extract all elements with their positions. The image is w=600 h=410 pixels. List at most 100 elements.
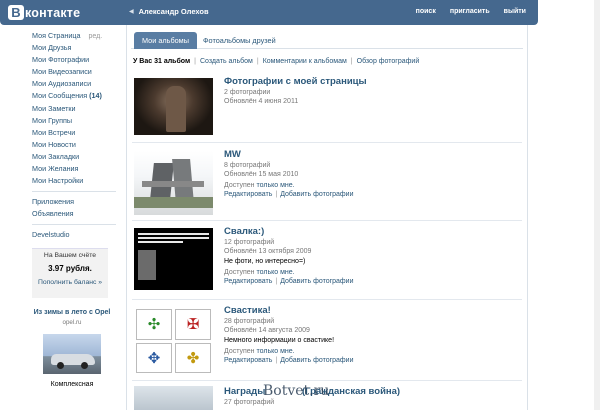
- access-value[interactable]: только мне.: [257, 182, 295, 189]
- vkontakte-logo[interactable]: В контакте: [8, 4, 80, 21]
- album-actions: Редактировать | Добавить фотографии: [224, 278, 354, 285]
- album-info: Свастика! 28 фотографий Обновлён 14 авгу…: [224, 305, 354, 364]
- ad-title[interactable]: Из зимы в лето с Opel: [32, 308, 112, 317]
- album-access: Доступен только мне.: [224, 269, 354, 276]
- album-title[interactable]: Свалка:): [224, 226, 354, 237]
- album-photo-count: 28 фотографий: [224, 318, 275, 325]
- album-thumbnail[interactable]: [134, 151, 213, 215]
- scrollbar[interactable]: [594, 0, 600, 410]
- sidebar-item-wishes[interactable]: Мои Желания: [32, 163, 116, 175]
- sidebar-item-settings[interactable]: Мои Настройки: [32, 175, 116, 187]
- album-title[interactable]: MW: [224, 149, 354, 160]
- nav-logout-link[interactable]: выйти: [504, 8, 526, 15]
- album-count: У Вас 31 альбом: [133, 57, 191, 65]
- sidebar-item-ads[interactable]: Объявления: [32, 208, 116, 220]
- album-updated: Обновлён 4 июня 2011: [224, 98, 299, 105]
- header-user[interactable]: ◀ Александр Олехов: [129, 7, 209, 16]
- sidebar-item-bookmarks[interactable]: Мои Закладки: [32, 151, 116, 163]
- back-arrow-icon: ◀: [129, 9, 134, 15]
- nav-search-link[interactable]: поиск: [416, 8, 436, 15]
- top-header-bar: В контакте ◀ Александр Олехов поиск приг…: [0, 0, 538, 25]
- album-tabs: Мои альбомы Фотоальбомы друзей: [131, 25, 523, 49]
- album-photo-count: 2 фотографии: [224, 89, 271, 96]
- album-access: Доступен только мне.: [224, 348, 354, 355]
- album-info: Свалка:) 12 фотографий Обновлён 13 октяб…: [224, 226, 354, 285]
- sidebar-item-groups[interactable]: Мои Группы: [32, 115, 116, 127]
- access-label: Доступен: [224, 182, 255, 189]
- sidebar-item-label: Мои Сообщения: [32, 91, 88, 101]
- add-photos-link[interactable]: Добавить фотографии: [280, 191, 353, 198]
- tab-my-albums[interactable]: Мои альбомы: [134, 32, 197, 49]
- sidebar-item-notes[interactable]: Мои Заметки: [32, 103, 116, 115]
- ad-url: opel.ru: [62, 318, 82, 326]
- album-item: Фотографии с моей страницы 2 фотографии …: [132, 76, 522, 143]
- album-thumbnail[interactable]: [134, 228, 213, 290]
- ad-car-image[interactable]: [43, 333, 101, 374]
- album-info: MW 8 фотографий Обновлён 15 мая 2010 Дос…: [224, 149, 354, 198]
- photo-overview-link[interactable]: Обзор фотографий: [357, 58, 420, 65]
- album-photo-count: 12 фотографий: [224, 239, 275, 246]
- access-value[interactable]: только мне.: [257, 269, 295, 276]
- sidebar-item-photos[interactable]: Мои Фотографии: [32, 54, 116, 66]
- sidebar-item-events[interactable]: Мои Встречи: [32, 127, 116, 139]
- album-thumbnail[interactable]: [134, 78, 213, 135]
- balance-title: На Вашем счёте: [43, 251, 97, 259]
- add-photos-link[interactable]: Добавить фотографии: [280, 357, 353, 364]
- edit-link[interactable]: ред.: [89, 33, 103, 40]
- album-actions: Редактировать | Добавить фотографии: [224, 357, 354, 364]
- edit-album-link[interactable]: Редактировать: [224, 278, 272, 285]
- tab-friends-albums[interactable]: Фотоальбомы друзей: [199, 32, 280, 49]
- logo-text: контакте: [25, 5, 81, 20]
- sidebar-ad[interactable]: Из зимы в лето с Opel opel.ru Комплексна…: [32, 308, 112, 389]
- album-description: Не фоти, но интересно=): [224, 258, 306, 265]
- nav-invite-link[interactable]: пригласить: [450, 8, 490, 15]
- access-value[interactable]: только мне.: [257, 348, 295, 355]
- album-comments-link[interactable]: Комментарии к альбомам: [263, 58, 347, 65]
- watermark: Botvet.ru: [263, 383, 330, 399]
- sidebar-divider: [32, 191, 116, 193]
- album-item: Свалка:) 12 фотографий Обновлён 13 октяб…: [132, 226, 522, 300]
- logo-letter: В: [8, 5, 24, 20]
- album-title[interactable]: Свастика!: [224, 305, 354, 316]
- album-thumbnail[interactable]: [134, 386, 213, 410]
- album-actions: Редактировать | Добавить фотографии: [224, 191, 354, 198]
- album-info: Фотографии с моей страницы 2 фотографии …: [224, 76, 367, 105]
- main-content: Мои альбомы Фотоальбомы друзей У Вас 31 …: [126, 25, 528, 410]
- edit-album-link[interactable]: Редактировать: [224, 191, 272, 198]
- sidebar-divider: [32, 224, 116, 226]
- album-photo-count: 8 фотографий: [224, 162, 271, 169]
- sidebar-item-develstudio[interactable]: Develstudio: [32, 229, 116, 241]
- sidebar-item-audio[interactable]: Мои Аудиозаписи: [32, 78, 116, 90]
- sidebar-item-label: Моя Страница: [32, 31, 81, 40]
- add-photos-link[interactable]: Добавить фотографии: [280, 278, 353, 285]
- album-title-start: Награды: [224, 386, 266, 397]
- album-access: Доступен только мне.: [224, 182, 354, 189]
- access-label: Доступен: [224, 269, 255, 276]
- ad-text: Комплексная: [50, 380, 94, 388]
- album-updated: Обновлён 15 мая 2010: [224, 171, 299, 178]
- sidebar-item-friends[interactable]: Мои Друзья: [32, 42, 116, 54]
- album-summary-bar: У Вас 31 альбом | Создать альбом | Комме…: [133, 57, 420, 65]
- edit-album-link[interactable]: Редактировать: [224, 357, 272, 364]
- sidebar-item-my-page[interactable]: Моя Страница ред.: [32, 30, 116, 42]
- album-thumbnail[interactable]: ✣ ✠ ✥ ✤: [134, 307, 213, 375]
- left-sidebar: Моя Страница ред. Мои Друзья Мои Фотогра…: [32, 30, 116, 389]
- header-nav: поиск пригласить выйти: [416, 8, 526, 15]
- header-user-name: Александр Олехов: [138, 7, 209, 16]
- album-title[interactable]: Фотографии с моей страницы: [224, 76, 367, 87]
- top-up-balance-link[interactable]: Пополнить баланс »: [32, 279, 108, 286]
- album-updated: Обновлён 14 августа 2009: [224, 327, 310, 334]
- access-label: Доступен: [224, 348, 255, 355]
- album-item: MW 8 фотографий Обновлён 15 мая 2010 Дос…: [132, 149, 522, 221]
- album-photo-count: 27 фотографий: [224, 399, 275, 406]
- sidebar-item-apps[interactable]: Приложения: [32, 196, 116, 208]
- sidebar-item-messages[interactable]: Мои Сообщения (14): [32, 90, 116, 102]
- balance-box: На Вашем счёте 3.97 рубля. Пополнить бал…: [32, 247, 108, 298]
- sidebar-item-news[interactable]: Мои Новости: [32, 139, 116, 151]
- album-description: Немного информации о свастике!: [224, 337, 335, 344]
- album-updated: Обновлён 13 октября 2009: [224, 248, 312, 255]
- balance-amount: 3.97 рубля.: [48, 263, 92, 273]
- sidebar-item-videos[interactable]: Мои Видеозаписи: [32, 66, 116, 78]
- create-album-link[interactable]: Создать альбом: [200, 58, 253, 65]
- album-item: ✣ ✠ ✥ ✤ Свастика! 28 фотографий Обновлён…: [132, 305, 522, 381]
